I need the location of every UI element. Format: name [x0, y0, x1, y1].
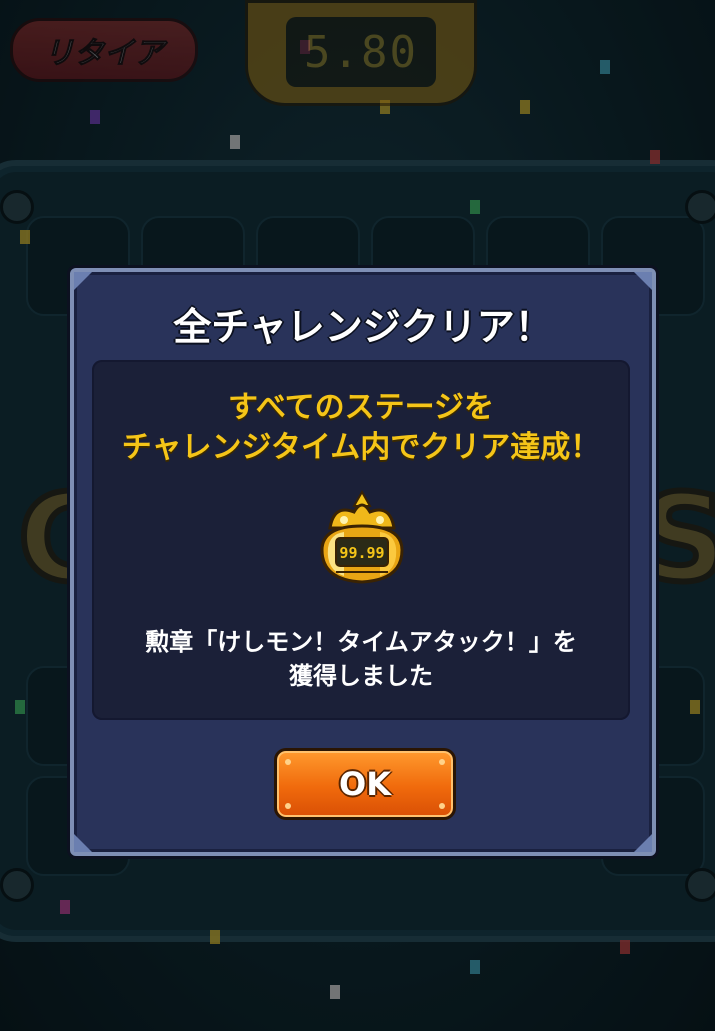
ok-button[interactable]: OK	[274, 748, 456, 820]
dialog-corner	[74, 272, 92, 290]
reward-line-2: 獲得しました	[289, 662, 433, 690]
ok-button-label: OK	[339, 765, 391, 803]
dialog-corner	[634, 834, 652, 852]
dialog-corner	[634, 272, 652, 290]
rivet-icon	[439, 803, 445, 809]
rivet-icon	[285, 803, 291, 809]
rivet-icon	[285, 759, 291, 765]
challenge-complete-dialog: 全チャレンジクリア！ すべてのステージを チャレンジタイム内でクリア達成！ 99…	[70, 268, 656, 856]
dialog-message-panel: すべてのステージを チャレンジタイム内でクリア達成！ 99.99 勲章「けしモン…	[92, 360, 630, 720]
rivet-icon	[439, 759, 445, 765]
message-line-2: チャレンジタイム内でクリア達成！	[121, 430, 601, 465]
dialog-title: 全チャレンジクリア！	[173, 305, 553, 349]
medal-icon: 99.99	[314, 489, 410, 590]
reward-line-1: 勲章「けしモン！タイムアタック！」を	[145, 628, 577, 656]
medal-value: 99.99	[339, 544, 385, 562]
message-line-1: すべてのステージを	[227, 390, 495, 425]
dialog-corner	[74, 834, 92, 852]
